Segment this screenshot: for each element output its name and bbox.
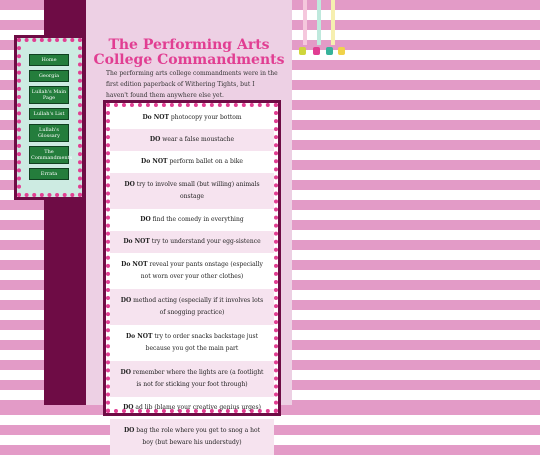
commandment-row: DO try to involve small (but willing) an…: [110, 173, 274, 209]
commandment-row: Do NOT perform ballet on a bike: [141, 158, 243, 165]
commandment-row: DO ad lib (blame your creative genius ur…: [123, 404, 261, 411]
nav-item-errata[interactable]: Errata: [29, 168, 69, 180]
nav-item-home[interactable]: Home: [29, 54, 69, 66]
nav-item-lullah-list[interactable]: Lullah's List: [29, 108, 69, 120]
intro-text: The performing arts college commandments…: [106, 70, 278, 99]
ribbon-line: [331, 0, 335, 45]
commandment-row: DO wear a false moustache: [110, 129, 274, 151]
page-title: The Performing Arts College Commandments: [93, 37, 285, 69]
ribbon-line: [317, 0, 321, 45]
charm-icon: [299, 47, 306, 55]
commandment-row: DO bag the role where you get to snog a …: [110, 419, 274, 455]
commandments-list: Do NOT photocopy your bottom DO wear a f…: [103, 100, 281, 455]
commandment-row: Do NOT reveal your pants onstage (especi…: [121, 261, 263, 280]
commandment-row: DO find the comedy in everything: [140, 216, 244, 223]
nav-item-georgia[interactable]: Georgia: [29, 70, 69, 82]
commandment-row: Do NOT try to order snacks backstage jus…: [125, 333, 259, 352]
nav-list: Home Georgia Lullah's Main Page Lullah's…: [29, 54, 72, 184]
charm-icon: [313, 47, 320, 55]
decorative-hanging-charms: [293, 0, 345, 90]
main-content: The Performing Arts College Commandments…: [86, 0, 292, 455]
ribbon-line: [303, 0, 307, 45]
charm-icon: [338, 47, 345, 55]
commandment-row: Do NOT try to understand your egg-sisten…: [110, 231, 274, 253]
nav-item-lullah-main[interactable]: Lullah's Main Page: [29, 86, 69, 104]
nav-item-lullah-glossary[interactable]: Lullah's Glossary: [29, 124, 69, 142]
commandment-row: DO method acting (especially if it invol…: [110, 289, 274, 325]
charm-icon: [326, 47, 333, 55]
sidebar-nav: Home Georgia Lullah's Main Page Lullah's…: [14, 35, 85, 200]
commandment-row: Do NOT photocopy your bottom: [142, 114, 242, 121]
nav-item-commandments[interactable]: The Commandments: [29, 146, 72, 164]
commandment-row: DO remember where the lights are (a foot…: [110, 361, 274, 397]
